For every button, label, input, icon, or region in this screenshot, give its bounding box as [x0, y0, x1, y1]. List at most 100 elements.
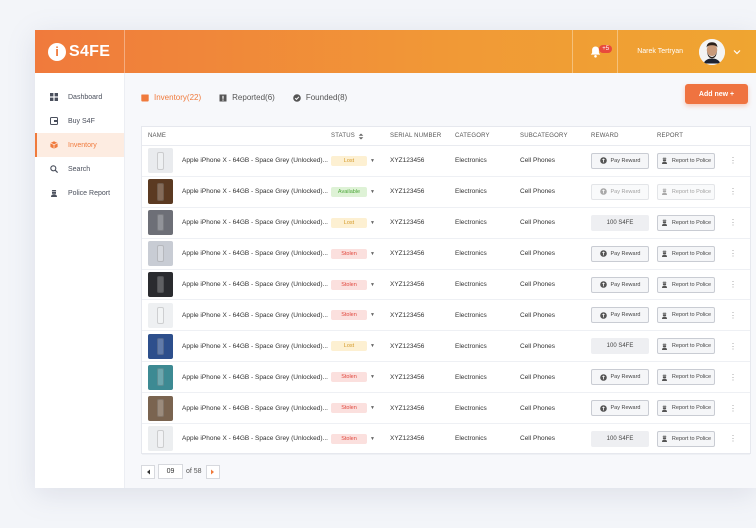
row-menu-icon[interactable]: ⋮ — [723, 373, 743, 382]
pay-reward-button[interactable]: Pay Reward — [591, 183, 649, 200]
row-menu-icon[interactable]: ⋮ — [723, 249, 743, 258]
row-menu-icon[interactable]: ⋮ — [723, 342, 743, 351]
status-select[interactable]: Stolen ▼ — [331, 279, 390, 290]
pay-reward-button[interactable]: Pay Reward — [591, 400, 649, 417]
report-to-police-button[interactable]: Report to Police — [657, 152, 715, 169]
product-thumbnail[interactable] — [148, 364, 173, 390]
subcategory: Cell Phones — [520, 311, 556, 319]
table-row[interactable]: Apple iPhone X - 64GB - Space Grey (Unlo… — [142, 393, 750, 425]
tab-reported[interactable]: Reported(6) — [219, 93, 275, 108]
col-reward[interactable]: REWARD — [591, 133, 657, 139]
row-menu-icon[interactable]: ⋮ — [723, 311, 743, 320]
prev-page-button[interactable] — [141, 464, 155, 479]
pay-reward-button[interactable]: Pay Reward — [591, 152, 649, 169]
status-select[interactable]: Lost ▼ — [331, 217, 390, 228]
product-thumbnail[interactable] — [148, 241, 173, 267]
row-menu-icon[interactable]: ⋮ — [723, 187, 743, 196]
report-to-police-button[interactable]: Report to Police — [657, 307, 715, 324]
table-row[interactable]: Apple iPhone X - 64GB - Space Grey (Unlo… — [142, 208, 750, 239]
product-name[interactable]: Apple iPhone X - 64GB - Space Grey (Unlo… — [182, 312, 328, 319]
table-row[interactable]: Apple iPhone X - 64GB - Space Grey (Unlo… — [142, 239, 750, 270]
product-thumbnail[interactable] — [148, 395, 173, 421]
report-to-police-button[interactable]: Report to Police — [657, 430, 715, 447]
dashboard-icon — [49, 93, 59, 101]
status-select[interactable]: Lost ▼ — [331, 341, 390, 352]
subcategory: Cell Phones — [520, 281, 556, 288]
product-name[interactable]: Apple iPhone X - 64GB - Space Grey (Unlo… — [182, 219, 328, 226]
col-category[interactable]: CATEGORY — [455, 133, 520, 139]
table-row[interactable]: Apple iPhone X - 64GB - Space Grey (Unlo… — [142, 331, 750, 363]
product-thumbnail[interactable] — [148, 272, 173, 297]
status-select[interactable]: Available ▼ — [331, 186, 390, 197]
report-to-police-button[interactable]: Report to Police — [657, 369, 715, 386]
row-menu-icon[interactable]: ⋮ — [723, 434, 743, 443]
col-report[interactable]: REPORT — [657, 133, 723, 139]
product-name[interactable]: Apple iPhone X - 64GB - Space Grey (Unlo… — [182, 250, 328, 257]
tab-founded[interactable]: Founded(8) — [293, 93, 347, 108]
chevron-down-icon[interactable] — [733, 49, 741, 55]
pay-reward-button[interactable]: Pay Reward — [591, 369, 649, 386]
page-number-input[interactable] — [158, 464, 183, 479]
pay-reward-label: Pay Reward — [610, 281, 641, 288]
brand-logo[interactable]: i S4FE — [35, 30, 125, 73]
report-to-police-button[interactable]: Report to Police — [657, 183, 715, 200]
sidebar-item-buy-s4f[interactable]: Buy S4F — [35, 109, 124, 133]
product-name[interactable]: Apple iPhone X - 64GB - Space Grey (Unlo… — [182, 188, 328, 195]
product-name[interactable]: Apple iPhone X - 64GB - Space Grey (Unlo… — [182, 374, 328, 381]
row-menu-icon[interactable]: ⋮ — [723, 218, 743, 227]
avatar[interactable] — [699, 38, 725, 65]
status-select[interactable]: Stolen ▼ — [331, 433, 390, 444]
table-row[interactable]: Apple iPhone X - 64GB - Space Grey (Unlo… — [142, 177, 750, 208]
row-menu-icon[interactable]: ⋮ — [723, 156, 743, 165]
table-row[interactable]: Apple iPhone X - 64GB - Space Grey (Unlo… — [142, 146, 750, 177]
pay-reward-button[interactable]: Pay Reward — [591, 307, 649, 324]
subcategory: Cell Phones — [520, 373, 556, 381]
police-icon — [661, 157, 668, 165]
sidebar-item-police-report[interactable]: Police Report — [35, 181, 124, 205]
report-to-police-button[interactable]: Report to Police — [657, 338, 715, 355]
table-row[interactable]: Apple iPhone X - 64GB - Space Grey (Unlo… — [142, 270, 750, 301]
product-thumbnail[interactable] — [148, 179, 173, 205]
product-thumbnail[interactable] — [148, 333, 173, 359]
status-select[interactable]: Stolen ▼ — [331, 372, 390, 383]
pay-reward-button[interactable]: Pay Reward — [591, 245, 649, 262]
row-menu-icon[interactable]: ⋮ — [723, 404, 743, 413]
sidebar-item-dashboard[interactable]: Dashboard — [35, 85, 124, 109]
sidebar: Dashboard Buy S4F Inventory Search Polic… — [35, 73, 125, 488]
product-name[interactable]: Apple iPhone X - 64GB - Space Grey (Unlo… — [182, 435, 328, 442]
status-select[interactable]: Stolen ▼ — [331, 403, 390, 414]
table-row[interactable]: Apple iPhone X - 64GB - Space Grey (Unlo… — [142, 300, 750, 332]
report-to-police-button[interactable]: Report to Police — [657, 245, 715, 262]
col-name[interactable]: NAME — [142, 133, 331, 139]
table-row[interactable]: Apple iPhone X - 64GB - Space Grey (Unlo… — [142, 424, 750, 455]
col-subcategory[interactable]: SUBCATEGORY — [520, 133, 591, 139]
report-to-police-button[interactable]: Report to Police — [657, 276, 715, 293]
status-select[interactable]: Stolen ▼ — [331, 248, 390, 259]
notifications-button[interactable]: +5 — [572, 30, 619, 73]
tab-bar: Inventory(22) Reported(6) Founded(8) — [141, 93, 365, 108]
col-serial[interactable]: SERIAL NUMBER — [390, 133, 455, 139]
report-to-police-button[interactable]: Report to Police — [657, 400, 715, 417]
col-status[interactable]: STATUS — [331, 133, 390, 140]
product-name[interactable]: Apple iPhone X - 64GB - Space Grey (Unlo… — [182, 343, 328, 350]
product-thumbnail[interactable] — [148, 148, 173, 174]
status-select[interactable]: Stolen ▼ — [331, 310, 390, 321]
next-page-button[interactable] — [205, 464, 220, 479]
product-name[interactable]: Apple iPhone X - 64GB - Space Grey (Unlo… — [182, 405, 328, 412]
product-thumbnail[interactable] — [148, 426, 173, 452]
status-badge: Stolen — [331, 433, 367, 444]
product-thumbnail[interactable] — [148, 210, 173, 236]
row-menu-icon[interactable]: ⋮ — [723, 280, 743, 289]
status-select[interactable]: Lost ▼ — [331, 155, 390, 166]
report-to-police-button[interactable]: Report to Police — [657, 214, 715, 231]
product-name[interactable]: Apple iPhone X - 64GB - Space Grey (Unlo… — [182, 157, 328, 164]
pay-reward-button[interactable]: Pay Reward — [591, 276, 649, 293]
add-new-button[interactable]: Add new + — [685, 84, 748, 104]
sidebar-item-inventory[interactable]: Inventory — [35, 133, 124, 157]
product-name[interactable]: Apple iPhone X - 64GB - Space Grey (Unlo… — [182, 281, 328, 288]
product-thumbnail[interactable] — [148, 302, 173, 328]
sidebar-item-search[interactable]: Search — [35, 157, 124, 181]
tab-inventory[interactable]: Inventory(22) — [141, 93, 201, 108]
user-name[interactable]: Narek Tertryan — [637, 48, 683, 55]
table-row[interactable]: Apple iPhone X - 64GB - Space Grey (Unlo… — [142, 362, 750, 394]
